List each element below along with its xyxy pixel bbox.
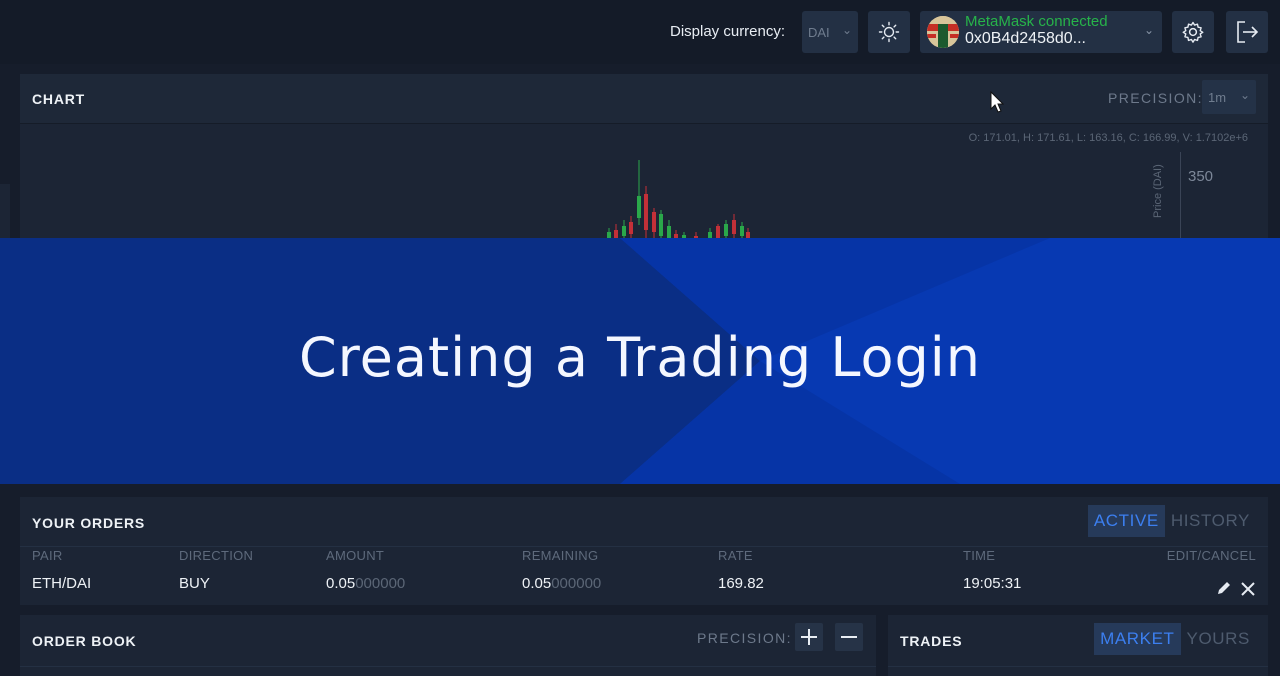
banner-title: Creating a Trading Login [298, 326, 982, 389]
y-axis-title: Price (DAI) [1152, 164, 1164, 218]
sun-icon [878, 21, 900, 43]
wallet-address: 0x0B4d2458d0... [965, 30, 1086, 47]
close-icon[interactable] [1240, 581, 1256, 597]
precision-increase-button[interactable] [795, 623, 823, 651]
chart-panel-header: CHART PRECISION: 1m ⌄ [20, 74, 1268, 124]
candle [629, 216, 633, 240]
y-axis-line [1180, 152, 1181, 240]
column-header-edit-cancel: EDIT/CANCEL [1166, 548, 1256, 563]
left-edge-panel [0, 184, 10, 240]
order-remaining: 0.05000000 [522, 575, 601, 592]
order-amount-trail: 000000 [355, 575, 406, 592]
display-currency-value: DAI [808, 25, 830, 40]
minus-icon [841, 636, 857, 638]
chevron-down-icon: ⌄ [1143, 23, 1154, 37]
order-book-title: ORDER BOOK [32, 633, 137, 649]
logout-icon [1237, 21, 1259, 43]
tab-history[interactable]: HISTORY [1165, 505, 1256, 537]
orders-tabs: ACTIVE HISTORY [1087, 505, 1256, 537]
divider [888, 666, 1268, 667]
wallet-avatar [927, 16, 959, 48]
candle [622, 220, 626, 240]
your-orders-panel: YOUR ORDERS ACTIVE HISTORY PAIR DIRECTIO… [20, 497, 1268, 605]
pencil-icon[interactable] [1216, 580, 1232, 596]
chevron-down-icon: ⌄ [841, 23, 852, 37]
order-time: 19:05:31 [963, 575, 1022, 592]
chart-title: CHART [32, 91, 85, 107]
chart-precision-value: 1m [1208, 90, 1227, 105]
divider [20, 666, 876, 667]
order-remaining-trail: 000000 [551, 575, 602, 592]
order-amount-main: 0.05 [326, 575, 356, 592]
candle [644, 186, 648, 240]
wallet-connection-button[interactable]: MetaMask connected 0x0B4d2458d0... ⌄ [920, 11, 1162, 53]
tab-yours[interactable]: YOURS [1181, 623, 1256, 655]
order-book-precision-label: PRECISION: [697, 630, 792, 646]
display-currency-label: Display currency: [670, 23, 786, 40]
candle [724, 220, 728, 240]
candle [667, 220, 671, 240]
column-header-pair: PAIR [32, 548, 63, 563]
gear-icon [1182, 21, 1204, 43]
chevron-down-icon: ⌄ [1239, 88, 1250, 102]
order-book-panel: ORDER BOOK PRECISION: [20, 615, 876, 676]
trades-title: TRADES [900, 633, 963, 649]
column-header-amount: AMOUNT [326, 548, 385, 563]
order-amount: 0.05000000 [326, 575, 405, 592]
ohlc-readout: O: 171.01, H: 171.61, L: 163.16, C: 166.… [968, 132, 1248, 144]
plus-icon [801, 629, 817, 645]
trades-tabs: MARKET YOURS [1094, 623, 1256, 655]
candle [732, 214, 736, 240]
display-currency-select[interactable]: DAI ⌄ [802, 11, 858, 53]
wallet-status: MetaMask connected [965, 13, 1108, 30]
candlestick-chart [607, 160, 750, 240]
precision-decrease-button[interactable] [835, 623, 863, 651]
candle [659, 210, 663, 240]
your-orders-header: YOUR ORDERS ACTIVE HISTORY [20, 497, 1268, 547]
column-header-direction: DIRECTION [179, 548, 254, 563]
candle [652, 208, 656, 240]
column-header-rate: RATE [718, 548, 753, 563]
column-header-remaining: REMAINING [522, 548, 599, 563]
order-direction: BUY [179, 575, 210, 592]
tab-active[interactable]: ACTIVE [1087, 505, 1165, 537]
chart-precision-select[interactable]: 1m ⌄ [1202, 80, 1256, 114]
mouse-cursor-icon [990, 91, 1005, 113]
tab-market[interactable]: MARKET [1094, 623, 1181, 655]
order-pair: ETH/DAI [32, 575, 92, 592]
column-header-time: TIME [963, 548, 996, 563]
logout-button[interactable] [1226, 11, 1268, 53]
order-remaining-main: 0.05 [522, 575, 552, 592]
your-orders-title: YOUR ORDERS [32, 515, 146, 531]
chart-precision-label: PRECISION: [1108, 90, 1203, 106]
title-banner: Creating a Trading Login [0, 238, 1280, 484]
order-rate: 169.82 [718, 575, 764, 592]
theme-toggle-button[interactable] [868, 11, 910, 53]
settings-button[interactable] [1172, 11, 1214, 53]
candle [637, 160, 641, 225]
y-axis-tick: 350 [1188, 168, 1214, 185]
trades-panel: TRADES MARKET YOURS [888, 615, 1268, 676]
top-bar: Display currency: DAI ⌄ MetaMask connect… [0, 0, 1280, 64]
